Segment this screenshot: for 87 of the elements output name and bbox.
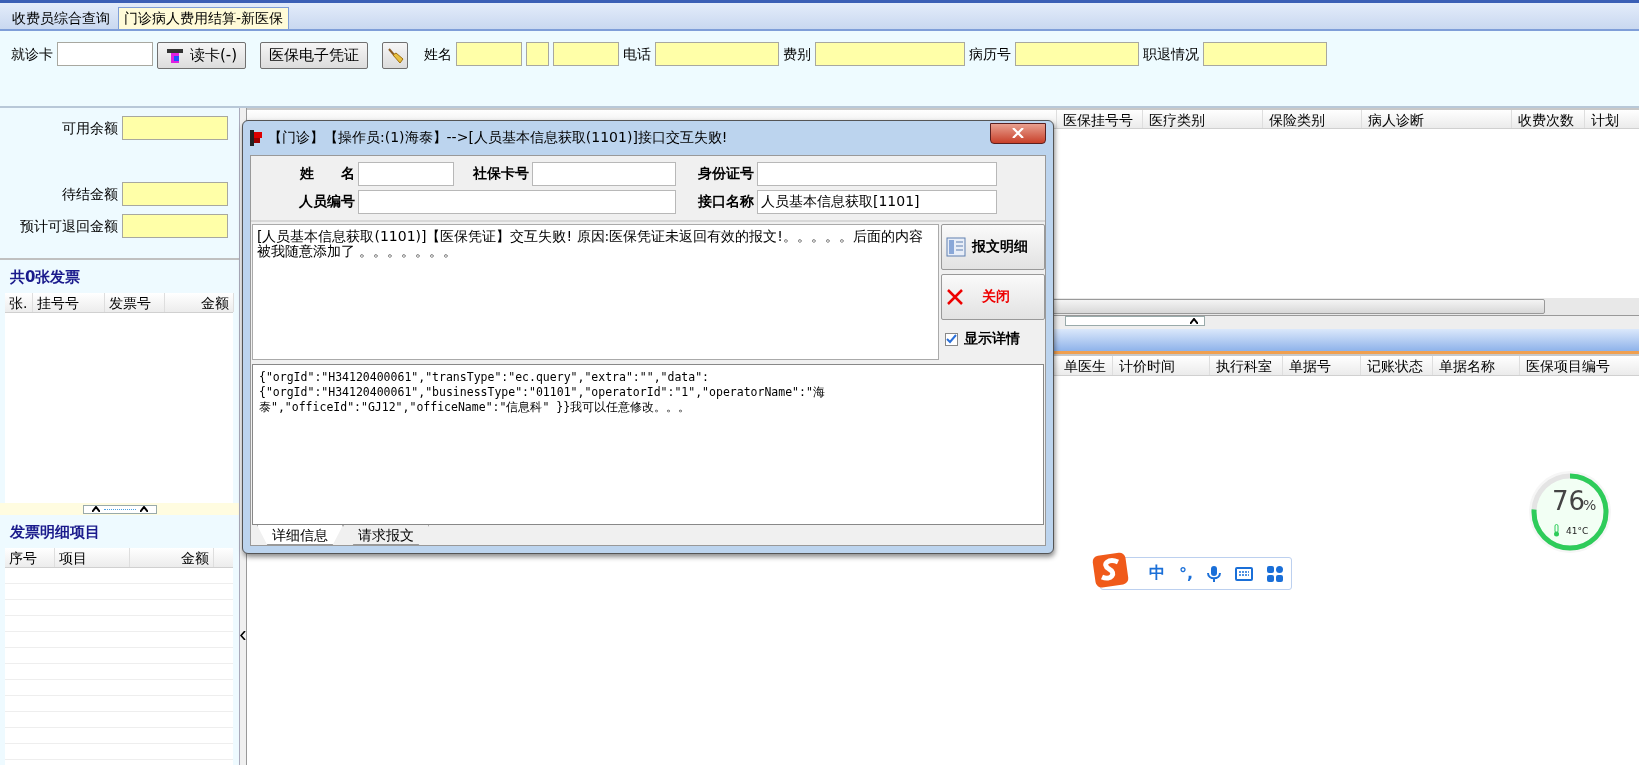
caret-icon <box>139 506 148 512</box>
balance-label: 可用余额 <box>61 119 118 138</box>
punctuation-mode[interactable]: °, <box>1179 564 1194 583</box>
column-header: 记账状态 <box>1361 356 1433 375</box>
voucher-button[interactable]: 医保电子凭证 <box>260 42 369 69</box>
column-header: 金额 <box>165 293 234 312</box>
document-icon <box>946 237 966 257</box>
tab[interactable]: 收费员综合查询 <box>6 7 116 29</box>
gauge-unit: % <box>1583 497 1597 513</box>
balance-input[interactable] <box>122 116 228 140</box>
field-label: 费别 <box>783 45 812 64</box>
column-header: 医保项目编号 <box>1520 356 1639 375</box>
column-header: 收费次数 <box>1512 110 1585 129</box>
input-mode[interactable]: 中 <box>1149 563 1165 584</box>
text-input[interactable] <box>532 162 676 186</box>
form-label: 接口名称 <box>697 193 754 211</box>
keyboard-icon[interactable] <box>1235 566 1254 581</box>
field-label: 职退情况 <box>1143 45 1200 64</box>
text-input[interactable] <box>1015 42 1140 66</box>
card-label: 就诊卡 <box>11 45 53 64</box>
tab[interactable]: 请求报文 <box>343 525 429 545</box>
balance-input[interactable] <box>122 182 228 206</box>
caret-icon <box>1190 318 1198 325</box>
temperature-reading: 41°C <box>1566 526 1589 536</box>
column-header: 单据名称 <box>1433 356 1520 375</box>
tab[interactable]: 门诊病人费用结算-新医保 <box>118 7 290 29</box>
close-dialog-button[interactable]: 关闭 <box>941 274 1045 320</box>
text-input[interactable] <box>757 162 997 186</box>
tab[interactable]: 详细信息 <box>257 525 343 545</box>
text-input[interactable] <box>655 42 780 66</box>
column-header: 医疗类别 <box>1143 110 1263 129</box>
column-header: 发票号 <box>105 293 165 312</box>
column-header: 病人诊断 <box>1362 110 1512 129</box>
broom-icon <box>386 46 405 65</box>
close-button[interactable] <box>990 122 1046 144</box>
column-header: 计划 <box>1585 110 1639 129</box>
form-label: 人员编号 <box>298 193 355 211</box>
field-label: 电话 <box>623 45 652 64</box>
balance-label: 待结金额 <box>61 185 118 204</box>
card-input[interactable] <box>57 42 153 66</box>
splitter-handle[interactable] <box>82 504 157 514</box>
collapse-left-icon[interactable] <box>240 631 246 640</box>
column-header: 挂号号 <box>33 293 105 312</box>
name-input[interactable] <box>456 42 523 66</box>
column-header: 计价时间 <box>1113 356 1210 375</box>
apps-icon[interactable] <box>1267 565 1284 582</box>
splitter-handle[interactable] <box>1065 316 1205 327</box>
detail-title: 发票明细项目 <box>9 522 101 543</box>
microphone-icon[interactable] <box>1207 564 1222 583</box>
clear-button[interactable] <box>382 42 409 69</box>
column-header: 单据号 <box>1283 356 1361 375</box>
error-message: [人员基本信息获取(1101)]【医保凭证】交互失败! 原因:医保凭证未返回有效的报文!。。。。。后面的内容被我随意添加了 。。。。。。。 <box>252 224 939 360</box>
balance-input[interactable] <box>122 214 228 238</box>
column-header: 序号 <box>5 548 55 567</box>
app-icon <box>250 130 264 146</box>
column-header: 执行科室 <box>1210 356 1283 375</box>
close-icon <box>1012 128 1024 138</box>
thermometer-icon <box>1553 524 1560 537</box>
column-header: 金额 <box>130 548 214 567</box>
field-label: 姓名 <box>424 45 453 64</box>
form-label: 身份证号 <box>697 165 754 183</box>
text-input[interactable] <box>358 162 454 186</box>
checkbox[interactable] <box>945 332 958 346</box>
invoice-title: 共0张发票 <box>9 267 82 288</box>
balance-label: 预计可退回金额 <box>19 217 118 236</box>
detail-text: {"orgId":"H34120400061","businessType":"01101","operatorId":"1","operatorName":"海 <box>259 385 825 400</box>
form-label: 社保卡号 <box>472 165 529 183</box>
text-input[interactable]: 人员基本信息获取[1101] <box>757 190 997 214</box>
name-input[interactable] <box>526 42 550 66</box>
form-label: 姓 名 <box>299 165 355 183</box>
read-card-button[interactable]: 读卡(-) <box>157 42 247 69</box>
column-header: 张. <box>5 293 33 312</box>
field-label: 病历号 <box>969 45 1012 64</box>
card-reader-icon <box>166 46 184 65</box>
detail-button[interactable]: 报文明细 <box>941 224 1045 270</box>
column-header: 医保挂号号 <box>1057 110 1143 129</box>
column-header: 项目 <box>55 548 130 567</box>
column-header: 保险类别 <box>1263 110 1362 129</box>
text-input[interactable] <box>1203 42 1328 66</box>
close-icon <box>946 288 964 306</box>
checkbox-label: 显示详情 <box>964 330 1020 348</box>
dialog-title: 【门诊】【操作员:(1)海泰】-->[人员基本信息获取(1101)]接口交互失败! <box>268 129 729 147</box>
text-input[interactable] <box>358 190 676 214</box>
detail-text: 泰","officeId":"GJ12","officeName":"信息科" }}我可以任意修改。。。 <box>259 400 691 415</box>
text-input[interactable] <box>815 42 966 66</box>
caret-icon <box>91 506 100 512</box>
name-input[interactable] <box>553 42 620 66</box>
